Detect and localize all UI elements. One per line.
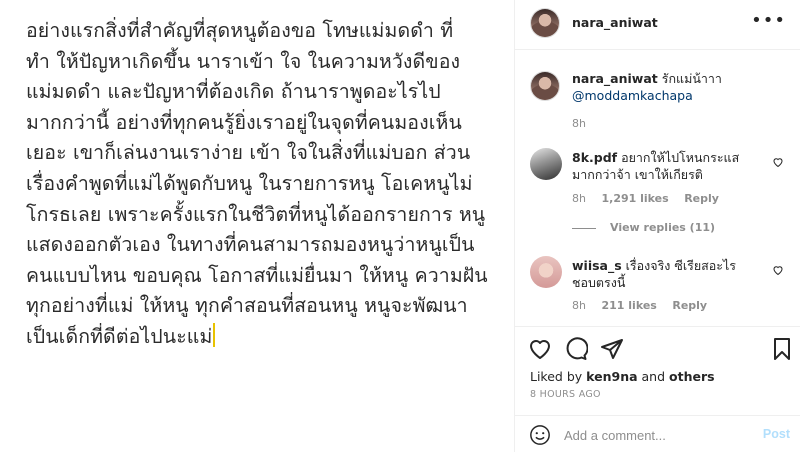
post-text-line: ทุกอย่างที่แม่ ให้หนู ทุกคำสอนที่สอนหนู …: [26, 294, 468, 318]
liked-by-user[interactable]: ken9na: [586, 369, 637, 384]
liked-by: Liked by ken9na and others: [530, 369, 715, 384]
view-replies-label: View replies (11): [610, 221, 716, 234]
comment-heart-icon[interactable]: [772, 264, 784, 276]
liked-by-prefix: Liked by: [530, 369, 587, 384]
post-text-line: ทำ ให้ปัญหาเกิดขึ้น นาราเข้า ใจ ในความหว…: [26, 49, 461, 73]
reply-button[interactable]: Reply: [672, 299, 707, 312]
more-options-icon[interactable]: •••: [751, 10, 786, 31]
liked-by-others[interactable]: others: [669, 369, 715, 384]
text-cursor: [213, 322, 216, 347]
post-text-line: เรื่องคำพูดที่แม่ได้พูดกับหนู ในรายการหน…: [26, 171, 473, 195]
reply-button[interactable]: Reply: [684, 192, 719, 205]
post-image: อย่างแรกสิ่งที่สำคัญที่สุดหนูต้องขอ โทษแ…: [0, 0, 514, 452]
caption-username[interactable]: nara_aniwat: [572, 71, 658, 86]
emoji-icon[interactable]: [529, 424, 551, 446]
caption-avatar[interactable]: [530, 71, 560, 101]
caption-time: 8h: [572, 117, 586, 130]
view-replies-button[interactable]: View replies (11): [572, 221, 715, 234]
post-text-block: อย่างแรกสิ่งที่สำคัญที่สุดหนูต้องขอ โทษแ…: [26, 16, 506, 353]
post-text-line: แสดงออกตัวเอง ในทางที่คนสามารถมองหนูว่าห…: [26, 233, 475, 257]
comment-likes[interactable]: 211 likes: [601, 299, 656, 312]
comment-heart-icon[interactable]: [772, 156, 784, 168]
comment-input[interactable]: [564, 424, 754, 446]
comment-time: 8h: [572, 299, 586, 312]
comment-time: 8h: [572, 192, 586, 205]
post-text-line: อย่างแรกสิ่งที่สำคัญที่สุดหนูต้องขอ โทษแ…: [26, 19, 454, 42]
comment-avatar[interactable]: [530, 148, 562, 180]
caption-text: รักแม่น้าาา: [657, 71, 722, 86]
comment-meta: 8h 1,291 likes Reply: [572, 192, 731, 205]
post-actions: Liked by ken9na and others 8 HOURS AGO: [515, 326, 800, 416]
comment-avatar[interactable]: [530, 256, 562, 288]
post-text-line: เป็นเด็กที่ดีต่อไปนะแม่: [26, 322, 506, 353]
caption: nara_aniwat รักแม่น้าาา @moddamkachapa: [572, 70, 772, 104]
post-text-line: แม่มดดำ และปัญหาที่ต้องเกิด ถ้านาราพูดอะ…: [26, 80, 441, 104]
post-text-line: โกรธเลย เพราะครั้งแรกในชีวิตที่หนูได้ออก…: [26, 202, 486, 226]
comment-username[interactable]: 8k.pdf: [572, 150, 617, 165]
post-side-panel: nara_aniwat ••• nara_aniwat รักแม่น้าาา …: [515, 0, 800, 452]
avatar[interactable]: [530, 8, 560, 38]
share-icon[interactable]: [600, 337, 624, 361]
comment-text: wiisa_s เรื่องจริง ซีเรียสอะไร ชอบตรงนี้: [572, 257, 762, 291]
comments-list: nara_aniwat รักแม่น้าาา @moddamkachapa 8…: [515, 51, 800, 326]
comment-meta: 8h 211 likes Reply: [572, 299, 719, 312]
comment-text: 8k.pdf อยากให้ไปโหนกระแส มากกว่าจ้า เขาใ…: [572, 149, 762, 183]
add-comment-bar: Post: [515, 415, 800, 452]
post-button[interactable]: Post: [763, 427, 790, 441]
bookmark-icon[interactable]: [770, 337, 794, 361]
comment-likes[interactable]: 1,291 likes: [601, 192, 668, 205]
caption-mention[interactable]: @moddamkachapa: [572, 88, 693, 103]
replies-dash: [572, 227, 596, 229]
post-text-line: มากกว่านี้ อย่างที่ทุกคนรู้ยิ่งเราอยู่ใน…: [26, 110, 462, 134]
heart-icon[interactable]: [528, 337, 552, 361]
comment-icon[interactable]: [564, 337, 588, 361]
comment-username[interactable]: wiisa_s: [572, 258, 622, 273]
header-username[interactable]: nara_aniwat: [572, 15, 658, 30]
post-header: nara_aniwat •••: [515, 0, 800, 50]
post-time-ago[interactable]: 8 HOURS AGO: [530, 389, 601, 400]
post-text-line: เยอะ เขาก็เล่นงานเราง่าย เข้า ใจในสิ่งที…: [26, 141, 471, 165]
post-text-line: คนแบบไหน ขอบคุณ โอกาสที่แม่ยื่นมา ให้หนู…: [26, 263, 488, 287]
liked-by-and: and: [637, 369, 669, 384]
